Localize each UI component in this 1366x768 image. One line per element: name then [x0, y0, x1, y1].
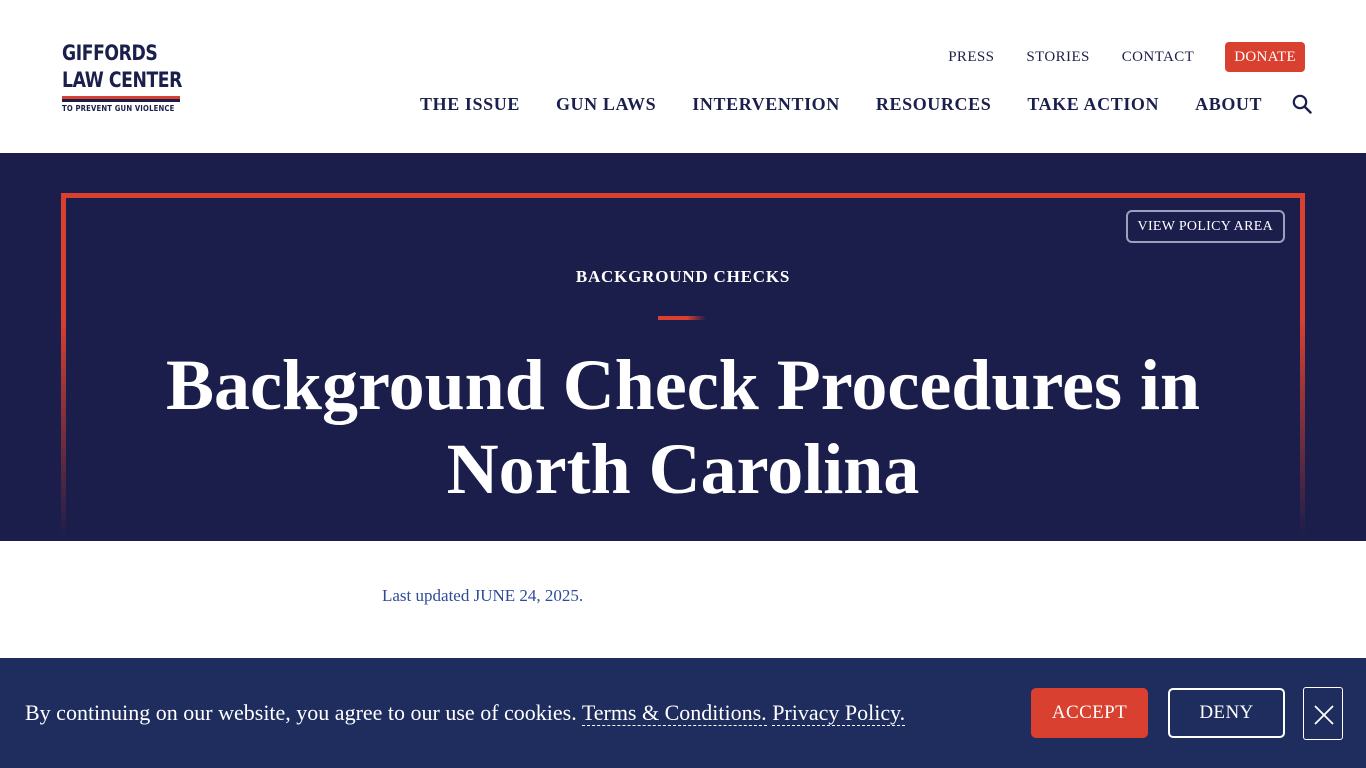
last-updated-text: Last updated JUNE 24, 2025.: [382, 586, 584, 605]
close-banner-button[interactable]: [1303, 687, 1343, 740]
nav-item-resources[interactable]: RESOURCES: [876, 94, 991, 115]
cookie-text: By continuing on our website, you agree …: [25, 700, 577, 725]
nav-contact-link[interactable]: CONTACT: [1122, 42, 1194, 72]
nav-item-take-action[interactable]: TAKE ACTION: [1027, 94, 1159, 115]
nav-item-intervention[interactable]: INTERVENTION: [692, 94, 840, 115]
giffords-logo[interactable]: GIFFORDS LAW CENTER TO PREVENT GUN VIOLE…: [62, 43, 182, 115]
cookie-banner: By continuing on our website, you agree …: [0, 658, 1366, 768]
page-title: Background Check Procedures in North Car…: [100, 343, 1266, 511]
nav-stories-link[interactable]: STORIES: [1026, 42, 1089, 72]
hero-divider: [658, 316, 706, 320]
utility-nav: PRESS STORIES CONTACT DONATE: [948, 42, 1305, 72]
nav-item-about[interactable]: ABOUT: [1195, 94, 1262, 115]
close-icon: [1314, 705, 1334, 725]
logo-tagline: TO PREVENT GUN VIOLENCE: [62, 104, 175, 113]
search-icon[interactable]: [1292, 94, 1312, 114]
view-policy-area-button[interactable]: VIEW POLICY AREA: [1125, 210, 1285, 243]
logo-stripe: [62, 96, 180, 102]
nav-item-the-issue[interactable]: THE ISSUE: [420, 94, 520, 115]
hero-banner: VIEW POLICY AREA BACKGROUND CHECKS Backg…: [0, 153, 1366, 541]
article-content: Last updated JUNE 24, 2025.: [382, 586, 1182, 606]
terms-link[interactable]: Terms & Conditions.: [581, 700, 767, 726]
accept-cookies-button[interactable]: ACCEPT: [1031, 688, 1148, 738]
donate-button[interactable]: DONATE: [1225, 42, 1305, 72]
hero-eyebrow[interactable]: BACKGROUND CHECKS: [0, 267, 1366, 287]
page-title-line-2: North Carolina: [446, 429, 920, 509]
page-title-line-1: Background Check Procedures in: [165, 345, 1201, 425]
nav-press-link[interactable]: PRESS: [948, 42, 994, 72]
cookie-message: By continuing on our website, you agree …: [25, 698, 906, 728]
main-nav: THE ISSUE GUN LAWS INTERVENTION RESOURCE…: [420, 91, 1312, 117]
deny-cookies-button[interactable]: DENY: [1168, 688, 1285, 738]
nav-item-gun-laws[interactable]: GUN LAWS: [556, 94, 656, 115]
privacy-link[interactable]: Privacy Policy.: [772, 700, 906, 726]
logo-line-1: GIFFORDS: [62, 41, 158, 65]
site-header: GIFFORDS LAW CENTER TO PREVENT GUN VIOLE…: [0, 0, 1366, 153]
logo-line-2: LAW CENTER: [62, 68, 183, 92]
